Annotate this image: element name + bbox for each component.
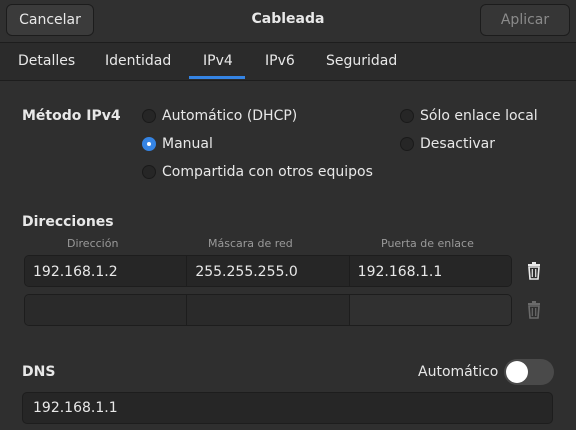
radio-disable[interactable]: Desactivar [400, 136, 495, 152]
tab-details[interactable]: Detalles [18, 53, 75, 69]
tab-ipv4[interactable]: IPv4 [203, 53, 233, 69]
radio-label: Automático (DHCP) [162, 108, 298, 124]
radio-label: Sólo enlace local [420, 108, 538, 124]
tab-bar: Detalles Identidad IPv4 IPv6 Seguridad [0, 43, 576, 81]
dns-auto-label: Automático [418, 364, 499, 380]
radio-shared[interactable]: Compartida con otros equipos [142, 164, 373, 180]
tab-security[interactable]: Seguridad [326, 53, 397, 69]
trash-icon[interactable] [524, 261, 544, 281]
column-header-netmask: Máscara de red [208, 237, 293, 250]
header-bar: Cancelar Cableada Aplicar [0, 0, 576, 43]
gateway-input[interactable] [349, 295, 511, 325]
column-header-gateway: Puerta de enlace [381, 237, 474, 250]
address-row: 192.168.1.2 255.255.255.0 192.168.1.1 [24, 255, 512, 287]
addresses-title: Direcciones [22, 214, 114, 230]
radio-label: Desactivar [420, 136, 495, 152]
netmask-input[interactable]: 255.255.255.0 [187, 256, 350, 286]
radio-indicator[interactable] [142, 165, 156, 179]
active-tab-indicator [189, 76, 245, 79]
radio-link-local[interactable]: Sólo enlace local [400, 108, 538, 124]
dns-title: DNS [22, 364, 56, 380]
ipv4-method-label: Método IPv4 [22, 108, 121, 124]
dns-input[interactable]: 192.168.1.1 [22, 392, 553, 424]
switch-knob [506, 361, 528, 383]
trash-icon-disabled [528, 301, 540, 319]
radio-indicator[interactable] [142, 109, 156, 123]
apply-button[interactable]: Aplicar [480, 4, 570, 36]
radio-label: Manual [162, 136, 213, 152]
radio-auto-dhcp[interactable]: Automático (DHCP) [142, 108, 297, 124]
radio-indicator[interactable] [400, 109, 414, 123]
radio-indicator-checked[interactable] [142, 137, 156, 151]
netmask-input[interactable] [187, 295, 350, 325]
address-input[interactable]: 192.168.1.2 [25, 256, 188, 286]
dns-auto-switch[interactable] [504, 359, 554, 385]
tab-identity[interactable]: Identidad [105, 53, 171, 69]
radio-indicator[interactable] [400, 137, 414, 151]
column-header-address: Dirección [67, 237, 119, 250]
tab-ipv6[interactable]: IPv6 [265, 53, 295, 69]
radio-label: Compartida con otros equipos [162, 164, 373, 180]
address-input[interactable] [25, 295, 188, 325]
address-row-empty [24, 294, 512, 326]
gateway-input[interactable]: 192.168.1.1 [349, 256, 511, 286]
radio-manual[interactable]: Manual [142, 136, 213, 152]
